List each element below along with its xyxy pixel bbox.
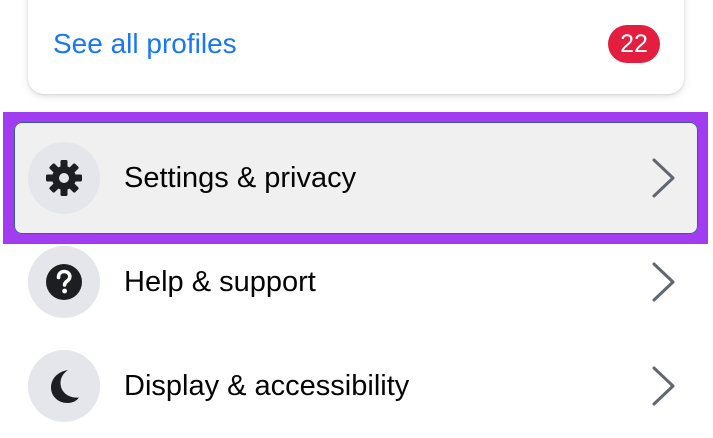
display-icon-container (28, 350, 100, 422)
gear-icon (46, 160, 82, 196)
menu-item-display-accessibility[interactable]: Display & accessibility (0, 334, 713, 438)
menu-item-label: Display & accessibility (124, 370, 410, 402)
profiles-card: See all profiles 22 (28, 0, 684, 94)
question-mark-icon (46, 264, 82, 300)
help-icon-container (28, 246, 100, 318)
menu-item-label: Help & support (124, 266, 316, 298)
profiles-count-badge: 22 (608, 25, 660, 63)
chevron-right-icon (652, 158, 675, 198)
menu-item-label: Settings & privacy (124, 162, 357, 194)
menu-item-settings-privacy[interactable]: Settings & privacy (14, 122, 698, 234)
settings-icon-container (28, 142, 100, 214)
chevron-right-icon (652, 366, 675, 406)
menu-item-help-support[interactable]: Help & support (0, 230, 713, 334)
moon-icon (51, 370, 79, 403)
see-all-profiles-link[interactable]: See all profiles (53, 24, 237, 64)
chevron-right-icon (652, 262, 675, 302)
